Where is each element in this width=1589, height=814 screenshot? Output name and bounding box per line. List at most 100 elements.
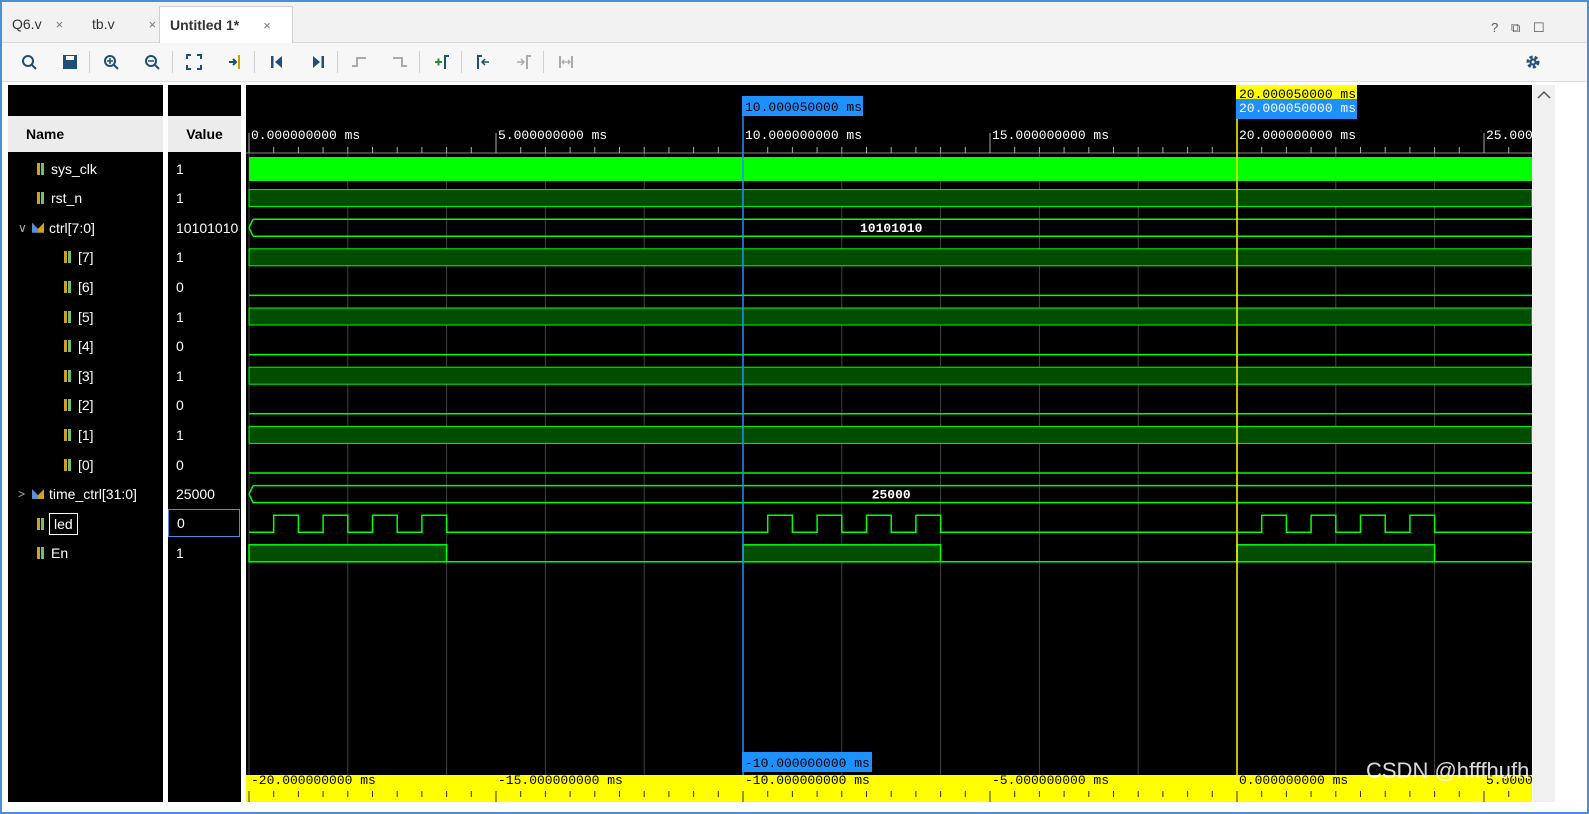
chevron-right-icon[interactable]: >	[18, 487, 32, 501]
delta-ruler-label: 0.000000000 ms	[1239, 773, 1348, 788]
signal-row[interactable]: [4]	[8, 332, 94, 361]
gear-icon[interactable]	[1522, 51, 1544, 73]
delta-ruler-label: -15.000000000 ms	[498, 773, 623, 788]
wire-icon	[63, 399, 73, 412]
sys-clk-wave	[249, 157, 1532, 181]
close-icon[interactable]: ×	[263, 18, 271, 33]
zoom-fit-icon[interactable]	[183, 51, 205, 73]
tab-untitled[interactable]: Untitled 1* ×	[159, 6, 293, 43]
tab-label: Untitled 1*	[170, 17, 240, 33]
signal-name: En	[51, 545, 69, 562]
signal-row[interactable]: [2]	[8, 391, 94, 420]
signal-value[interactable]: 0	[168, 391, 184, 420]
marker-cursor-label: 20.000050000 ms	[1239, 101, 1356, 116]
signal-value[interactable]: 25000	[168, 480, 215, 509]
toolbar	[2, 43, 1587, 82]
value-column-header[interactable]: Value	[168, 116, 241, 152]
ruler-label: 5.000000000 ms	[498, 128, 607, 143]
led-wave	[249, 514, 1532, 533]
signal-value[interactable]: 1	[168, 539, 184, 568]
signal-high-fill	[248, 425, 1533, 444]
signal-value[interactable]: 1	[168, 302, 184, 331]
bus-icon	[32, 222, 44, 233]
signal-row[interactable]: > time_ctrl[31:0]	[8, 480, 137, 509]
delta-ruler-label: -10.000000000 ms	[745, 773, 870, 788]
help-icon[interactable]: ?	[1491, 20, 1498, 35]
signal-high-fill	[248, 248, 1533, 267]
signal-value[interactable]: 1	[168, 184, 184, 213]
save-icon[interactable]	[59, 51, 81, 73]
wire-icon	[36, 547, 46, 560]
waveform-canvas[interactable]: 0.000000000 ms 5.000000000 ms 10.000000000…	[246, 85, 1541, 802]
go-to-cursor-icon[interactable]	[224, 51, 246, 73]
wire-icon	[36, 162, 46, 175]
signal-row[interactable]: [0]	[8, 450, 94, 479]
signal-value[interactable]: 0	[168, 272, 184, 301]
signal-name: rst_n	[51, 190, 83, 207]
signal-row[interactable]: [1]	[8, 420, 94, 449]
next-transition-icon[interactable]	[389, 51, 411, 73]
close-icon[interactable]: ×	[149, 17, 157, 32]
zoom-out-icon[interactable]	[141, 51, 163, 73]
signal-value[interactable]: 0	[168, 332, 184, 361]
signal-name: [1]	[78, 426, 94, 443]
signal-value[interactable]: 1	[168, 154, 184, 183]
signal-name: [0]	[78, 456, 94, 473]
signal-value[interactable]: 0	[168, 450, 184, 479]
maximize-icon[interactable]: ☐	[1533, 20, 1545, 36]
signal-name: [5]	[78, 308, 94, 325]
signal-value[interactable]: 1	[168, 361, 184, 390]
signal-row[interactable]: ∨ ctrl[7:0]	[8, 213, 95, 242]
next-marker-icon[interactable]	[513, 51, 535, 73]
signal-name: [2]	[78, 397, 94, 414]
signal-row[interactable]: [7]	[8, 243, 94, 272]
tab-label: tb.v	[92, 16, 115, 32]
wire-icon	[63, 251, 73, 264]
signal-row[interactable]: [3]	[8, 361, 94, 390]
signal-row[interactable]: [5]	[8, 302, 94, 331]
signal-value[interactable]: 10101010	[168, 213, 238, 242]
close-icon[interactable]: ×	[56, 17, 64, 32]
tab-bar: Q6.v × tb.v × Untitled 1* × ? ⧉ ☐	[2, 2, 1587, 43]
signal-row[interactable]: led	[8, 509, 78, 538]
watermark: CSDN @hfffhufh	[1366, 758, 1530, 783]
en-high-fill	[742, 544, 942, 563]
wire-icon	[63, 310, 73, 323]
en-high-fill	[248, 544, 448, 563]
signal-value[interactable]: 1	[168, 420, 184, 449]
wire-icon	[63, 369, 73, 382]
tab-q6[interactable]: Q6.v ×	[12, 6, 63, 42]
tab-tb[interactable]: tb.v ×	[92, 6, 156, 42]
tab-label: Q6.v	[12, 16, 42, 32]
signal-name: [4]	[78, 338, 94, 355]
go-to-time-zero-icon[interactable]	[266, 51, 288, 73]
ruler-label: 15.000000000 ms	[992, 128, 1109, 143]
signal-row[interactable]: sys_clk	[8, 154, 97, 183]
restore-icon[interactable]: ⧉	[1511, 20, 1520, 36]
signal-name: ctrl[7:0]	[49, 219, 95, 236]
delta-ruler-label: -5.000000000 ms	[992, 773, 1109, 788]
signal-value[interactable]: 1	[168, 243, 184, 272]
previous-marker-icon[interactable]	[472, 51, 494, 73]
add-marker-icon[interactable]	[431, 51, 453, 73]
previous-transition-icon[interactable]	[348, 51, 370, 73]
vertical-scrollbar[interactable]	[1533, 85, 1555, 802]
search-icon[interactable]	[18, 51, 40, 73]
waveform-area[interactable]: 0.000000000 ms 5.000000000 ms 10.000000000…	[246, 85, 1541, 802]
ruler-label: 25.000	[1486, 128, 1532, 143]
signal-name: [6]	[78, 278, 94, 295]
signal-value[interactable]: 0	[168, 509, 240, 538]
name-column-header[interactable]: Name	[8, 116, 163, 152]
bus-value-label: 25000	[872, 488, 911, 503]
zoom-in-icon[interactable]	[100, 51, 122, 73]
bus-icon	[32, 489, 44, 500]
signal-row[interactable]: [6]	[8, 272, 94, 301]
go-to-last-time-icon[interactable]	[307, 51, 329, 73]
signal-row[interactable]: En	[8, 539, 68, 568]
signal-high-fill	[248, 189, 1533, 208]
chevron-down-icon[interactable]: ∨	[18, 221, 32, 235]
cursor-label: 10.000050000 ms	[745, 100, 862, 115]
swap-cursors-icon[interactable]	[555, 51, 577, 73]
signal-row[interactable]: rst_n	[8, 184, 82, 213]
signal-name: [7]	[78, 249, 94, 266]
